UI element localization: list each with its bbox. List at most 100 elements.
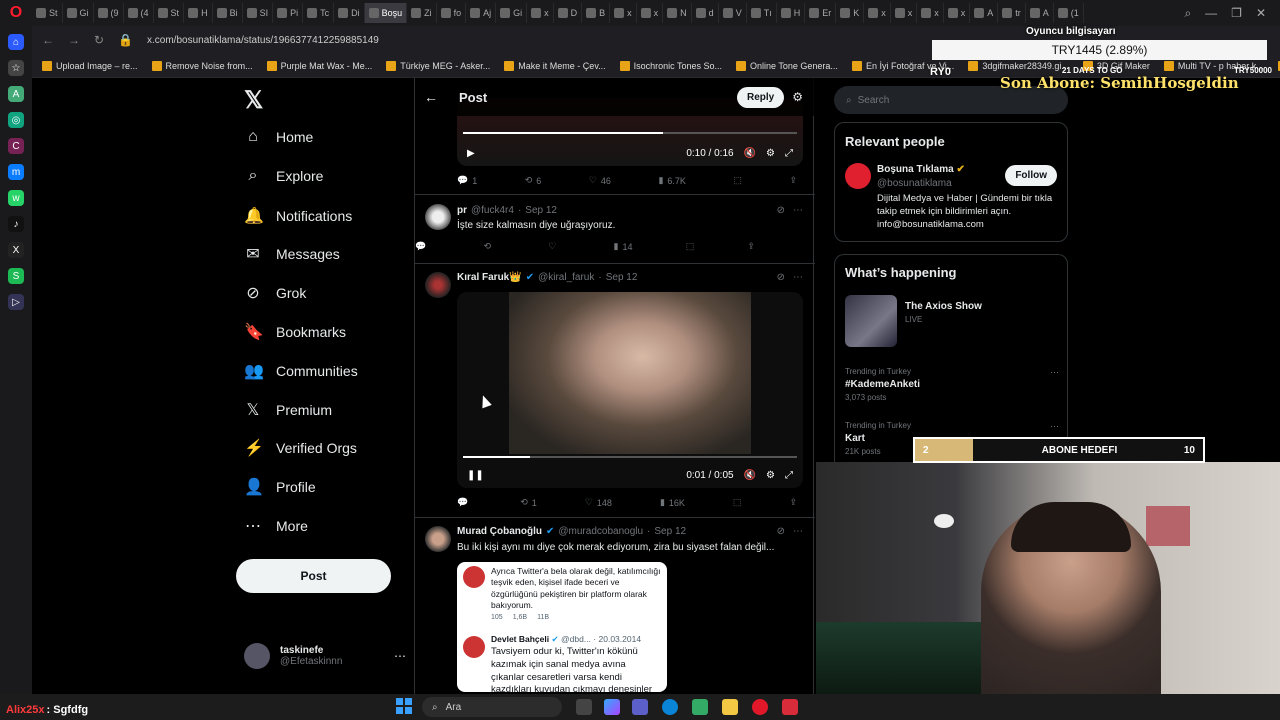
- video-progress[interactable]: [463, 132, 797, 134]
- reply-action[interactable]: 💬: [415, 241, 430, 252]
- forward-arrow-icon[interactable]: →: [68, 33, 80, 47]
- follow-button[interactable]: Follow: [1005, 165, 1057, 186]
- share-action[interactable]: ⇪: [789, 497, 797, 508]
- browser-tab[interactable]: Gi: [63, 3, 94, 23]
- nav-item-messages[interactable]: ✉ Messages: [244, 244, 340, 264]
- browser-tab[interactable]: fo: [437, 3, 467, 23]
- repost-action[interactable]: ⟲ 1: [520, 497, 537, 508]
- nav-item-communities[interactable]: 👥 Communities: [244, 361, 358, 381]
- author-name[interactable]: Murad Çobanoğlu: [457, 526, 542, 537]
- nav-item-bookmarks[interactable]: 🔖 Bookmarks: [244, 322, 346, 342]
- player-icon[interactable]: ▷: [8, 294, 24, 310]
- tweet-video[interactable]: ❚❚ 0:01 / 0:05 🔇 ⚙ ⤢: [457, 292, 803, 488]
- bookmark-item[interactable]: Remove Noise from...: [151, 60, 253, 71]
- opera-icon[interactable]: [752, 699, 768, 715]
- browser-tab[interactable]: B: [582, 3, 611, 23]
- nav-item-premium[interactable]: 𝕏 Premium: [244, 400, 332, 420]
- browser-tab[interactable]: (9: [94, 3, 124, 23]
- settings-icon[interactable]: ⚙: [766, 470, 775, 481]
- reply-tweet[interactable]: pr @fuck4r4 · Sep 12 ⊘ ⋯ İşte size kalma…: [415, 194, 815, 264]
- views-action[interactable]: ▮ 14: [614, 241, 633, 252]
- browser-tab[interactable]: (1: [1054, 3, 1084, 23]
- browser-tab[interactable]: x: [610, 3, 637, 23]
- reply-tweet[interactable]: Kıral Faruk👑 ✔ @kiral_faruk · Sep 12 ⊘ ⋯…: [415, 264, 815, 518]
- chatgpt-icon[interactable]: ◎: [8, 112, 24, 128]
- store-icon[interactable]: [692, 699, 708, 715]
- windows-start-icon[interactable]: [396, 698, 412, 714]
- nav-item-notifications[interactable]: 🔔 Notifications: [244, 206, 352, 226]
- close-window-icon[interactable]: ✕: [1256, 6, 1266, 21]
- browser-tab[interactable]: Pi: [273, 3, 304, 23]
- post-button[interactable]: Post: [236, 559, 391, 593]
- home-icon[interactable]: ⌂: [8, 34, 24, 50]
- tiktok-icon[interactable]: ♪: [8, 216, 24, 232]
- more-icon[interactable]: ⋯: [1050, 421, 1059, 432]
- pause-icon[interactable]: ❚❚: [467, 470, 484, 481]
- grok-icon[interactable]: ⊘: [777, 272, 785, 283]
- bookmark-item[interactable]: Isochronic Tones So...: [619, 60, 722, 71]
- bookmark-action[interactable]: ⬚: [686, 241, 695, 252]
- reply-button[interactable]: Reply: [737, 86, 785, 108]
- bookmark-action[interactable]: ⬚: [733, 175, 742, 186]
- avatar[interactable]: [845, 163, 871, 189]
- back-arrow-icon[interactable]: ←: [42, 33, 54, 47]
- author-handle[interactable]: @fuck4r4: [471, 205, 514, 216]
- browser-tab[interactable]: (4: [124, 3, 154, 23]
- task-view-icon[interactable]: [576, 699, 592, 715]
- reply-action[interactable]: 💬: [457, 497, 472, 508]
- trend-item[interactable]: Trending in Turkey #KademeAnketi 3,073 p…: [845, 367, 1059, 402]
- whatsapp-icon[interactable]: w: [8, 190, 24, 206]
- app-icon[interactable]: C: [8, 138, 24, 154]
- file-explorer-icon[interactable]: [722, 699, 738, 715]
- more-icon[interactable]: ⋯: [793, 526, 803, 537]
- browser-tab[interactable]: A: [1026, 3, 1054, 23]
- settings-icon[interactable]: ⚙: [766, 148, 775, 159]
- browser-tab[interactable]: Aj: [466, 3, 497, 23]
- edge-icon[interactable]: [662, 699, 678, 715]
- more-icon[interactable]: ⋯: [793, 272, 803, 283]
- more-icon[interactable]: ⋯: [1050, 367, 1059, 378]
- nav-item-explore[interactable]: ⌕ Explore: [244, 167, 324, 185]
- person-name[interactable]: Boşuna Tıklama ✔: [877, 164, 965, 175]
- browser-tab[interactable]: St: [154, 3, 185, 23]
- reply-action[interactable]: 💬 1: [457, 175, 477, 186]
- browser-tab[interactable]: x: [637, 3, 664, 23]
- browser-tab[interactable]: SI: [243, 3, 274, 23]
- browser-tab[interactable]: A: [970, 3, 999, 23]
- browser-tab[interactable]: N: [663, 3, 692, 23]
- minimize-icon[interactable]: —: [1205, 6, 1217, 21]
- like-action[interactable]: ♡ 148: [585, 497, 612, 508]
- copilot-icon[interactable]: [604, 699, 620, 715]
- browser-tab[interactable]: Er: [805, 3, 837, 23]
- browser-tab[interactable]: Di: [334, 3, 365, 23]
- url-field[interactable]: x.com/bosunatiklama/status/1966377412259…: [147, 35, 379, 46]
- author-handle[interactable]: @muradcobanoglu: [558, 526, 643, 537]
- maximize-icon[interactable]: ❐: [1231, 6, 1242, 21]
- browser-tab[interactable]: x: [864, 3, 891, 23]
- bookmark-item[interactable]: Make it Meme - Çev...: [504, 60, 606, 71]
- browser-tab[interactable]: St: [32, 3, 63, 23]
- views-action[interactable]: ▮ 6.7K: [658, 175, 685, 186]
- back-arrow-icon[interactable]: ←: [415, 89, 447, 105]
- quoted-image[interactable]: Ayrıca Twitter'a bela olarak değil, katı…: [457, 562, 667, 692]
- avatar[interactable]: [425, 204, 451, 230]
- bookmark-item[interactable]: Purple Mat Wax - Me...: [266, 60, 372, 71]
- browser-tab[interactable]: Tc: [303, 3, 335, 23]
- video-progress[interactable]: [463, 456, 797, 458]
- search-tabs-icon[interactable]: ⌕: [1184, 6, 1191, 21]
- taskbar-search[interactable]: ⌕ Ara: [422, 697, 562, 717]
- nav-item-grok[interactable]: ⊘ Grok: [244, 283, 306, 303]
- author-handle[interactable]: @kiral_faruk: [538, 272, 594, 283]
- account-switcher[interactable]: taskinefe @Efetaskinnn ⋯: [244, 643, 406, 669]
- star-icon[interactable]: ☆: [8, 60, 24, 76]
- repost-action[interactable]: ⟲ 6: [525, 175, 542, 186]
- x-logo-icon[interactable]: 𝕏: [244, 86, 263, 115]
- browser-tab[interactable]: x: [917, 3, 944, 23]
- show-title[interactable]: The Axios Show: [905, 301, 982, 312]
- more-icon[interactable]: ⋯: [394, 649, 406, 663]
- aria-icon[interactable]: A: [8, 86, 24, 102]
- bookmark-item[interactable]: Türkiye MEG - Asker...: [386, 60, 490, 71]
- browser-tab[interactable]: x: [944, 3, 971, 23]
- browser-tab[interactable]: Gi: [496, 3, 528, 23]
- x-app-icon[interactable]: X: [8, 242, 24, 258]
